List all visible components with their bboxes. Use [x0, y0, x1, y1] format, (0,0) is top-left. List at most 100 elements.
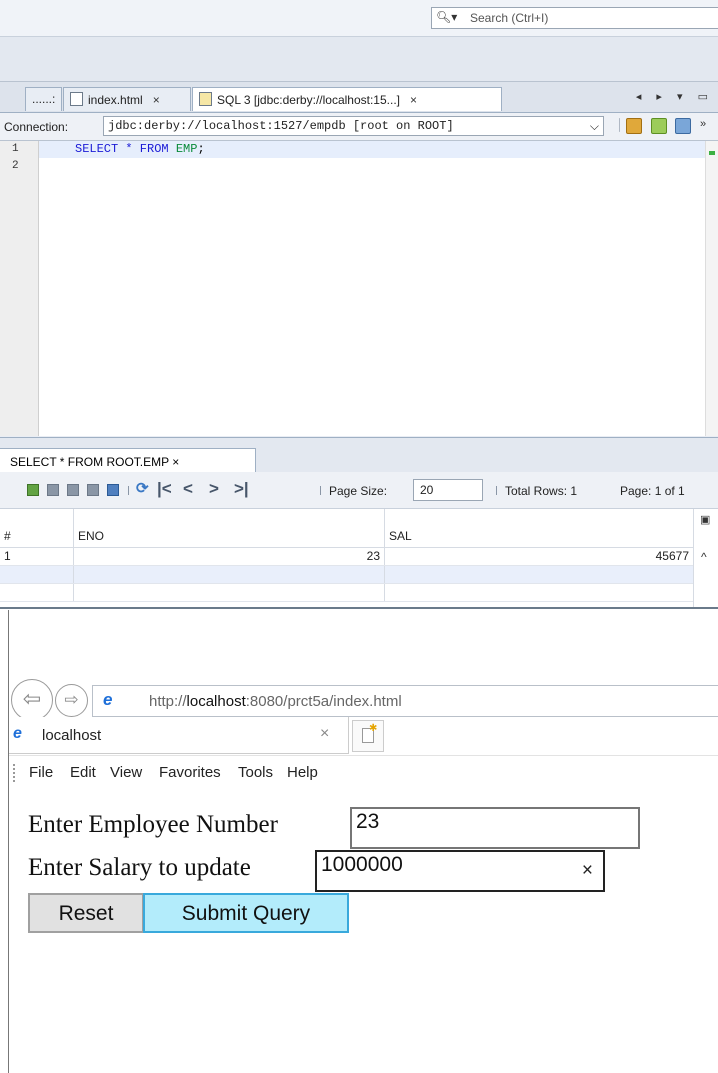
column-header-rownum[interactable]: #: [0, 509, 74, 547]
table-row-empty: [0, 584, 694, 602]
tab-label: SQL 3 [jdbc:derby://localhost:15...]: [217, 93, 400, 107]
reset-button[interactable]: Reset: [28, 893, 144, 933]
address-area: ⇦ ⇨ e http://localhost:8080/prct5a/index…: [9, 610, 718, 721]
ide-title-bar: 🔍︎▾ Search (Ctrl+I): [0, 0, 718, 37]
cancel-edits-icon[interactable]: [87, 484, 99, 496]
ide-toolbar: [0, 37, 718, 82]
history-icon[interactable]: [675, 118, 691, 134]
grid-header-row: # ENO SAL: [0, 509, 718, 548]
toolbar-separator: [496, 486, 497, 495]
tab-sql-3[interactable]: SQL 3 [jdbc:derby://localhost:15...] ×: [192, 87, 502, 111]
ie-browser-window: ⇦ ⇨ e http://localhost:8080/prct5a/index…: [8, 610, 718, 1073]
menu-view[interactable]: View: [110, 764, 142, 781]
browser-tab-row: e localhost × ✱: [9, 717, 718, 754]
back-button[interactable]: ⇦: [11, 679, 53, 721]
cell-sal[interactable]: 45677: [385, 548, 694, 565]
page-size-label: Page Size:: [329, 484, 388, 498]
more-icon[interactable]: »: [700, 118, 710, 132]
ide-window: 🔍︎▾ Search (Ctrl+I) ......: index.html × …: [0, 0, 718, 609]
empty-cell: [0, 584, 74, 601]
tab-label: ......:: [32, 92, 56, 106]
connection-label: Connection:: [4, 120, 69, 134]
empty-cell: [0, 566, 74, 583]
refresh-icon[interactable]: ⟳: [136, 479, 149, 497]
tab-result-select[interactable]: SELECT * FROM ROOT.EMP ×: [0, 448, 256, 472]
ie-logo-icon: e: [103, 690, 113, 709]
column-header-eno[interactable]: ENO: [74, 509, 385, 547]
menu-file[interactable]: File: [29, 764, 53, 781]
sql-line-1[interactable]: SELECT * FROM EMP;: [39, 141, 707, 158]
cell-eno[interactable]: 23: [74, 548, 385, 565]
editor-tabs: ......: index.html × SQL 3 [jdbc:derby://…: [0, 82, 718, 113]
close-icon[interactable]: ×: [410, 93, 417, 107]
toolbar-separator: [320, 486, 321, 495]
salary-input-value: 1000000: [321, 853, 403, 876]
new-tab-button[interactable]: ✱: [352, 720, 384, 752]
ie-page-icon: e: [13, 725, 22, 742]
next-page-icon[interactable]: >: [209, 479, 219, 499]
column-header-sal[interactable]: SAL: [385, 509, 694, 547]
employee-number-label: Enter Employee Number: [28, 811, 278, 838]
run-sql-icon[interactable]: [626, 118, 642, 134]
submit-query-button[interactable]: Submit Query: [143, 893, 349, 933]
connection-value: jdbc:derby://localhost:1527/empdb [root …: [108, 119, 454, 133]
previous-page-icon[interactable]: <: [183, 479, 193, 499]
delete-record-icon[interactable]: [47, 484, 59, 496]
grid-scrollbar[interactable]: ▣ ^: [693, 509, 718, 607]
empty-cell: [385, 584, 694, 601]
chevron-down-icon[interactable]: ⌵: [590, 119, 599, 134]
page-content: Enter Employee Number 23 Enter Salary to…: [9, 795, 718, 1073]
menu-bar: File Edit View Favorites Tools Help: [9, 755, 718, 789]
sql-editor[interactable]: 1 2 SELECT * FROM EMP;: [0, 141, 718, 436]
empty-cell: [74, 584, 385, 601]
connection-bar: Connection: jdbc:derby://localhost:1527/…: [0, 113, 718, 141]
menu-tools[interactable]: Tools: [238, 764, 273, 781]
sql-table-name: EMP: [175, 142, 198, 156]
toolbar-separator: [128, 486, 129, 495]
connection-select[interactable]: jdbc:derby://localhost:1527/empdb [root …: [103, 116, 604, 136]
forward-button[interactable]: ⇨: [55, 684, 88, 717]
commit-icon[interactable]: [67, 484, 79, 496]
address-bar[interactable]: e http://localhost:8080/prct5a/index.htm…: [92, 685, 718, 717]
close-tab-icon[interactable]: ×: [320, 725, 329, 743]
table-row[interactable]: 1 23 45677: [0, 548, 694, 566]
total-rows: Total Rows: 1: [505, 484, 578, 498]
last-page-icon[interactable]: >|: [234, 479, 249, 499]
line-number-gutter: 1 2: [0, 141, 39, 436]
sql-file-icon: [199, 92, 212, 106]
table-row-empty: [0, 566, 694, 584]
result-toolbar: ⟳ |< < > >| Page Size: 20 Total Rows: 1 …: [0, 472, 718, 509]
first-page-icon[interactable]: |<: [157, 479, 172, 499]
result-tabs: SELECT * FROM ROOT.EMP ×: [0, 437, 718, 472]
insert-record-icon[interactable]: [27, 484, 39, 496]
run-statement-icon[interactable]: [651, 118, 667, 134]
clear-input-icon[interactable]: ×: [582, 860, 593, 882]
ide-search-box[interactable]: 🔍︎▾ Search (Ctrl+I): [431, 7, 718, 29]
menu-help[interactable]: Help: [287, 764, 318, 781]
browser-tab-localhost[interactable]: e localhost ×: [9, 717, 349, 754]
tab-navigation[interactable]: ◂ ▸ ▾ ▭: [636, 90, 714, 103]
empty-cell: [385, 566, 694, 583]
empty-cell: [74, 566, 385, 583]
close-icon[interactable]: ×: [153, 93, 160, 107]
salary-input[interactable]: 1000000 ×: [315, 850, 605, 892]
employee-number-input[interactable]: 23: [350, 807, 640, 849]
salary-label: Enter Salary to update: [28, 854, 251, 881]
cell-rownum[interactable]: 1: [0, 548, 74, 565]
page-size-input[interactable]: 20: [413, 479, 483, 501]
url-host: localhost: [186, 693, 246, 710]
line-number: 1: [12, 143, 19, 155]
search-icon[interactable]: 🔍︎▾: [436, 10, 457, 24]
sql-keywords: SELECT * FROM: [75, 142, 176, 156]
html-file-icon: [70, 92, 83, 106]
tab-index-html[interactable]: index.html ×: [63, 87, 191, 111]
tab-hidden-files[interactable]: ......:: [25, 87, 62, 111]
column-chooser-icon[interactable]: ▣: [700, 513, 710, 526]
truncate-table-icon[interactable]: [107, 484, 119, 496]
url-prefix: http://: [149, 693, 187, 710]
new-tab-star-icon: ✱: [369, 723, 378, 734]
scroll-up-icon[interactable]: ^: [701, 550, 707, 564]
menu-favorites[interactable]: Favorites: [159, 764, 221, 781]
menu-edit[interactable]: Edit: [70, 764, 96, 781]
back-arrow-icon: ⇦: [22, 686, 42, 711]
